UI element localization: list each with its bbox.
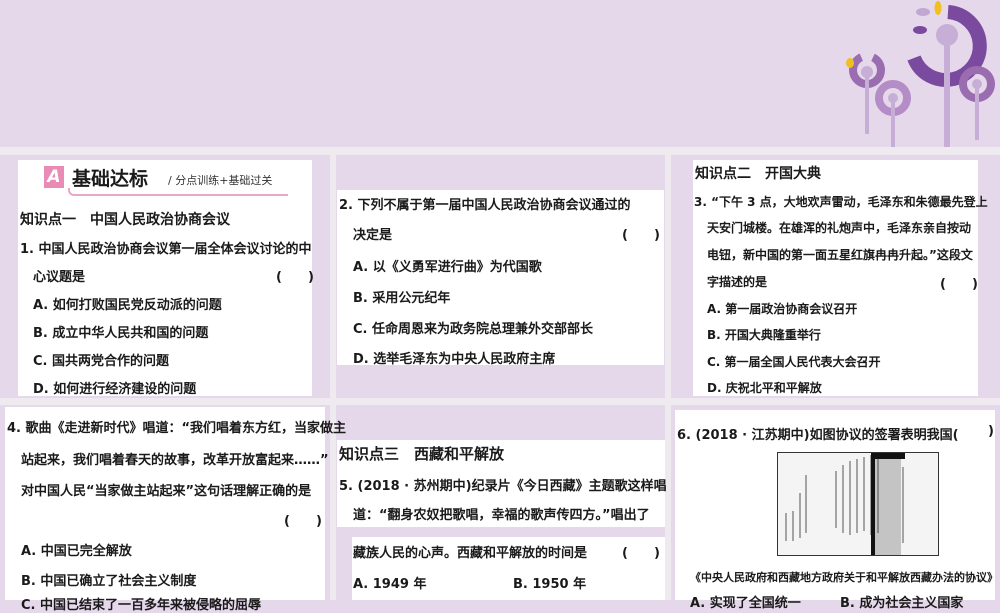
answer-blank: ( ) [276, 270, 314, 285]
option-b: B. 1950 年 [513, 577, 587, 592]
option-d: D. 选举毛泽东为中央人民政府主席 [353, 352, 556, 367]
question-text: 电钮，新中国的第一面五星红旗冉冉升起。”这段文 [707, 248, 973, 262]
option-a: A. 中国已完全解放 [21, 544, 132, 559]
option-c: C. 国共两党合作的问题 [33, 354, 170, 369]
agreement-document-image [777, 452, 939, 556]
option-b: B. 成立中华人民共和国的问题 [33, 326, 209, 341]
option-a: A. 如何打败国民党反动派的问题 [33, 298, 222, 313]
answer-blank: ( ) [940, 277, 978, 292]
option-a: A. 1949 年 [353, 577, 427, 592]
option-a: A. 实现了全国统一 [690, 596, 801, 611]
option-d: D. 如何进行经济建设的问题 [33, 382, 197, 397]
divider [0, 398, 1000, 405]
option-b: B. 成为社会主义国家 [840, 596, 964, 611]
question-text: 对中国人民“当家做主站起来”这句话理解正确的是 [21, 484, 312, 499]
title-underline [68, 188, 288, 196]
image-caption: 《中央人民政府和西藏地方政府关于和平解放西藏办法的协议》 [690, 571, 998, 584]
option-c: C. 中国已结束了一百多年来被侵略的屈辱 [21, 598, 262, 613]
option-c: C. 第一届全国人民代表大会召开 [707, 355, 881, 369]
knowledge-point-heading: 知识点一 中国人民政治协商会议 [20, 212, 230, 228]
section-title: 基础达标 [72, 168, 149, 190]
question-text: 道：“翻身农奴把歌唱，幸福的歌声传四方。”唱出了 [353, 508, 650, 523]
knowledge-point-heading: 知识点三 西藏和平解放 [339, 445, 505, 463]
answer-blank: ( ) [284, 514, 322, 529]
option-a: A. 第一届政治协商会议召开 [707, 302, 858, 316]
question-text: 字描述的是 [707, 275, 768, 289]
option-a: A. 以《义勇军进行曲》为代国歌 [353, 260, 542, 275]
option-b: B. 中国已确立了社会主义制度 [21, 574, 197, 589]
option-c: C. 任命周恩来为政务院总理兼外交部部长 [353, 322, 594, 337]
question-text: 1. 中国人民政治协商会议第一届全体会议讨论的中 [20, 242, 312, 257]
question-text: 6. (2018 · 江苏期中)如图协议的签署表明我国( [677, 428, 959, 443]
question-text: 4. 歌曲《走进新时代》唱道：“我们唱着东方红，当家做主 [7, 421, 347, 436]
knowledge-point-heading: 知识点二 开国大典 [695, 166, 821, 182]
section-badge: A [44, 166, 64, 188]
divider [0, 147, 1000, 155]
question-text: 2. 下列不属于第一届中国人民政治协商会议通过的 [339, 198, 631, 213]
question-text: 藏族人民的心声。西藏和平解放的时间是 [353, 546, 588, 561]
panel-q2 [337, 190, 664, 365]
option-d: D. 庆祝北平和平解放 [707, 381, 822, 395]
divider [330, 147, 336, 600]
decorative-flowers [846, 1, 995, 150]
question-text: 5. (2018 · 苏州期中)纪录片《今日西藏》主题歌这样唱 [339, 479, 667, 494]
answer-blank-close: ) [988, 424, 994, 439]
answer-blank: ( ) [622, 546, 660, 561]
divider [665, 147, 671, 600]
question-text: 决定是 [353, 228, 393, 243]
question-text: 心议题是 [33, 270, 86, 285]
option-b: B. 开国大典隆重举行 [707, 328, 821, 342]
option-b: B. 采用公元纪年 [353, 291, 451, 306]
question-text: 3. “下午 3 点，大地欢声雷动，毛泽东和朱德最先登上 [694, 195, 988, 209]
question-text: 天安门城楼。在雄浑的礼炮声中，毛泽东亲自按动 [707, 221, 972, 235]
section-subtitle: / 分点训练+基础过关 [168, 174, 273, 187]
answer-blank: ( ) [622, 228, 660, 243]
question-text: 站起来，我们唱着春天的故事，改革开放富起来……” [21, 453, 329, 468]
